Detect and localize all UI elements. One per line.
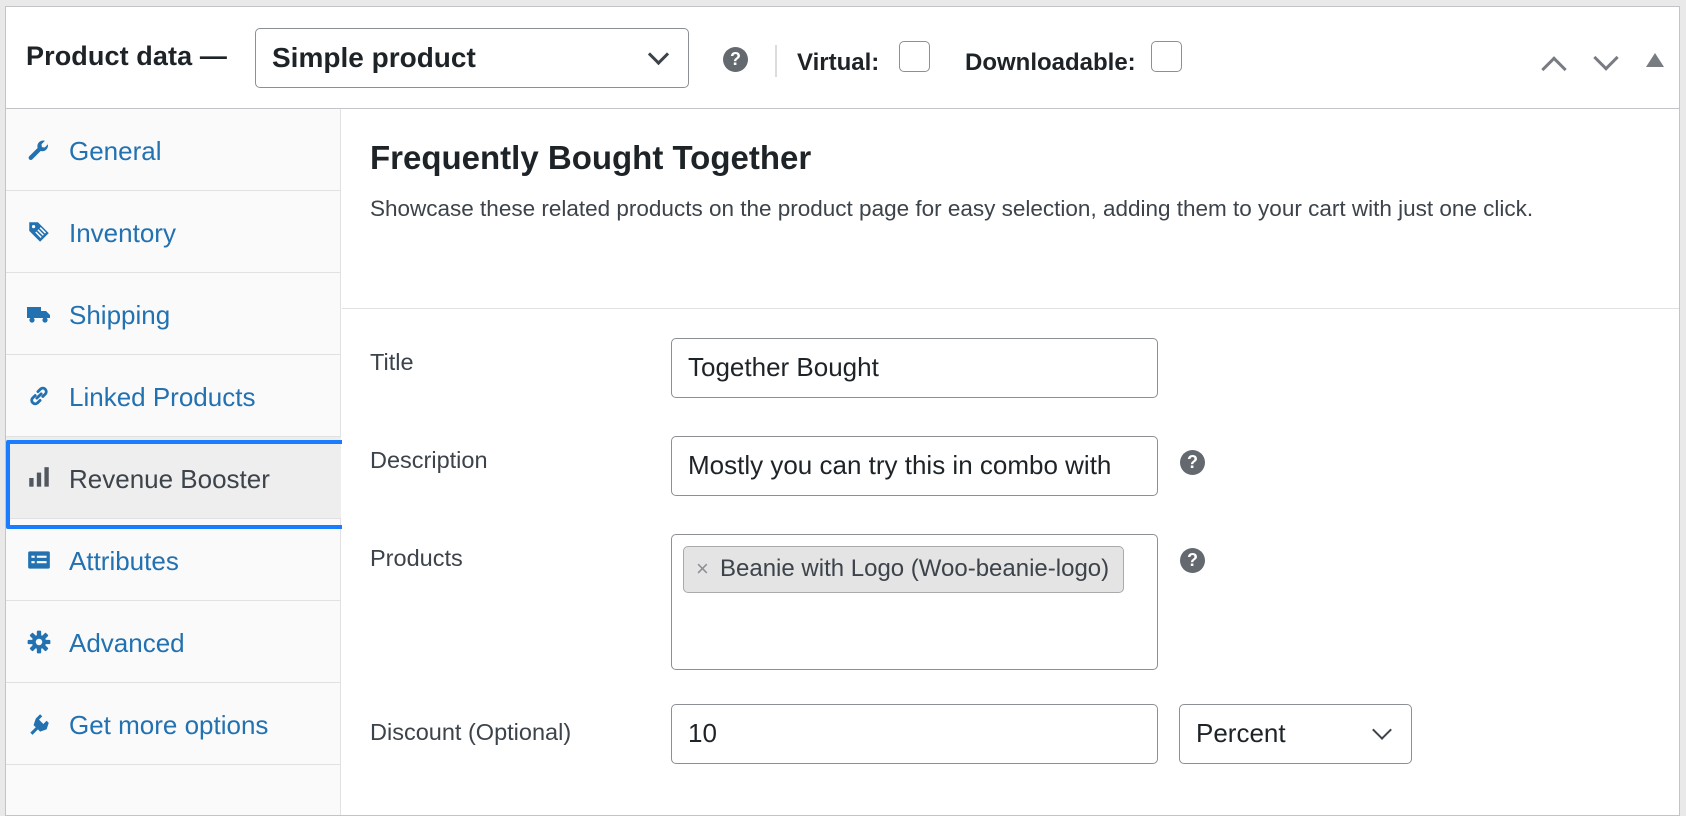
triangle-up-icon [1646,53,1664,67]
tab-revenue-booster[interactable]: Revenue Booster [6,437,341,519]
product-data-tabs: General Inventory Shipping Linked Produc… [6,109,341,815]
discount-type-select[interactable]: Percent [1179,704,1412,764]
product-chip-label: Beanie with Logo (Woo-beanie-logo) [720,555,1110,582]
product-data-header: Product data — Simple product ? Virtual:… [6,7,1679,109]
revenue-booster-panel: Frequently Bought Together Showcase thes… [342,109,1679,815]
tab-advanced[interactable]: Advanced [6,601,341,683]
gear-icon [27,630,51,654]
section-description: Showcase these related products on the p… [370,196,1534,221]
discount-type-value: Percent [1196,718,1286,748]
discount-label: Discount (Optional) [370,719,572,745]
tab-linked-products[interactable]: Linked Products [6,355,341,437]
products-multiselect[interactable]: × Beanie with Logo (Woo-beanie-logo) [671,534,1158,670]
tab-label: Revenue Booster [69,464,270,494]
link-icon [30,386,48,406]
virtual-label: Virtual: [797,49,880,76]
remove-product-icon[interactable]: × [696,547,709,591]
tab-shipping[interactable]: Shipping [6,273,341,355]
truck-icon [27,307,50,323]
chevron-down-icon [1372,720,1392,740]
panel-title: Product data — [26,41,227,71]
virtual-checkbox[interactable] [899,41,930,72]
section-title: Frequently Bought Together [370,139,812,176]
chevron-down-icon [1593,45,1619,71]
help-icon[interactable]: ? [723,47,748,72]
title-input[interactable]: Together Bought [671,338,1158,398]
tab-attributes[interactable]: Attributes [6,519,341,601]
products-label: Products [370,545,463,571]
product-chip: × Beanie with Logo (Woo-beanie-logo) [683,546,1125,593]
product-type-select[interactable]: Simple product [255,28,689,88]
collapse-toggle-button[interactable] [1646,53,1666,69]
tag-icon [29,222,49,242]
divider [775,45,777,77]
product-type-value: Simple product [272,42,476,73]
discount-input[interactable]: 10 [671,704,1158,764]
tab-inventory[interactable]: Inventory [6,191,341,273]
bar-chart-icon [29,467,49,487]
move-down-button[interactable] [1590,45,1624,79]
description-input[interactable]: Mostly you can try this in combo with [671,436,1158,496]
plugin-icon [30,714,49,735]
move-up-button[interactable] [1538,49,1572,82]
tab-get-more-options[interactable]: Get more options [6,683,341,765]
tab-label: Attributes [69,546,179,576]
wrench-icon [28,140,49,160]
help-icon[interactable]: ? [1180,450,1205,475]
tab-general[interactable]: General [6,109,341,191]
help-icon[interactable]: ? [1180,548,1205,573]
tab-label: General [69,136,162,166]
chevron-down-icon [647,43,670,66]
title-label: Title [370,349,414,375]
list-icon [28,551,50,569]
tab-label: Shipping [69,300,171,330]
description-label: Description [370,447,488,473]
downloadable-label: Downloadable: [965,49,1136,76]
product-data-panel: Product data — Simple product ? Virtual:… [5,6,1680,816]
chevron-up-icon [1541,56,1567,82]
tab-label: Linked Products [69,382,256,412]
tab-label: Get more options [69,710,269,740]
tab-label: Advanced [69,628,185,658]
downloadable-checkbox[interactable] [1151,41,1182,72]
tab-label: Inventory [69,218,176,248]
section-header: Frequently Bought Together Showcase thes… [342,109,1679,309]
